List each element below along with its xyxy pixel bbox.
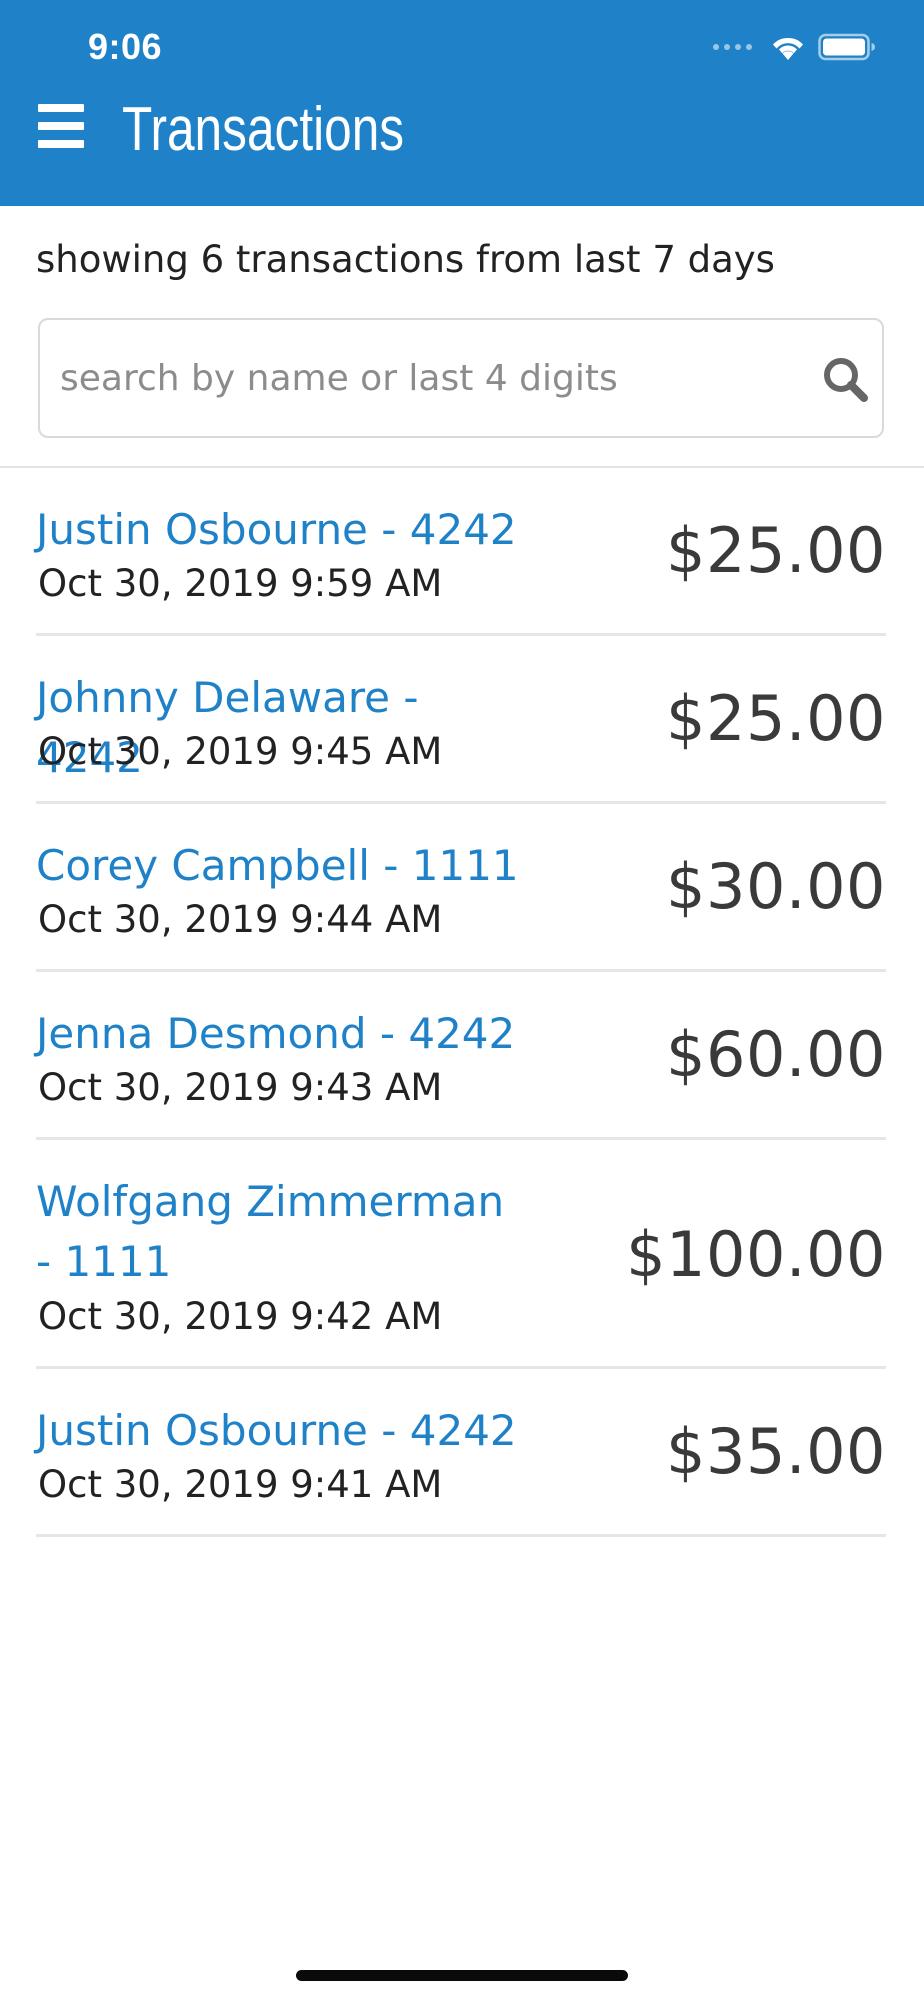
search-icon[interactable] (820, 354, 870, 404)
transaction-row[interactable]: Wolfgang Zimmerman - 1111 Oct 30, 2019 9… (36, 1140, 886, 1369)
transaction-amount: $35.00 (666, 1415, 886, 1488)
transaction-list: Justin Osbourne - 4242 Oct 30, 2019 9:59… (36, 468, 886, 1537)
app-header: 9:06 Transactions (0, 0, 924, 206)
search-input[interactable] (60, 320, 820, 436)
transaction-row[interactable]: Corey Campbell - 1111 Oct 30, 2019 9:44 … (36, 804, 886, 972)
wifi-icon (773, 37, 803, 60)
battery-icon (818, 33, 875, 61)
transaction-date: Oct 30, 2019 9:44 AM (38, 898, 443, 941)
transaction-amount: $25.00 (666, 682, 886, 755)
transaction-row[interactable]: Johnny Delaware - 4242 Oct 30, 2019 9:45… (36, 636, 886, 804)
transaction-row[interactable]: Justin Osbourne - 4242 Oct 30, 2019 9:59… (36, 468, 886, 636)
transactions-summary: showing 6 transactions from last 7 days (36, 238, 775, 281)
signal-icon (713, 44, 752, 50)
home-indicator (296, 1970, 628, 1981)
transaction-amount: $25.00 (666, 514, 886, 587)
transaction-name[interactable]: Justin Osbourne - 4242 (36, 1401, 536, 1461)
transaction-row[interactable]: Justin Osbourne - 4242 Oct 30, 2019 9:41… (36, 1369, 886, 1537)
transaction-date: Oct 30, 2019 9:42 AM (38, 1295, 443, 1338)
transaction-date: Oct 30, 2019 9:41 AM (38, 1463, 443, 1506)
transaction-name[interactable]: Corey Campbell - 1111 (36, 836, 536, 896)
transaction-date: Oct 30, 2019 9:59 AM (38, 562, 443, 605)
transaction-date: Oct 30, 2019 9:45 AM (38, 730, 443, 773)
transaction-amount: $100.00 (626, 1218, 886, 1291)
transaction-name[interactable]: Justin Osbourne - 4242 (36, 500, 536, 560)
transaction-amount: $60.00 (666, 1018, 886, 1091)
transaction-amount: $30.00 (666, 850, 886, 923)
status-icons (713, 32, 876, 62)
search-box (38, 318, 884, 438)
status-time: 9:06 (88, 26, 163, 67)
transaction-date: Oct 30, 2019 9:43 AM (38, 1066, 443, 1109)
transaction-name[interactable]: Wolfgang Zimmerman - 1111 (36, 1172, 506, 1292)
hamburger-menu-icon[interactable] (38, 104, 86, 148)
transaction-name[interactable]: Jenna Desmond - 4242 (36, 1004, 536, 1064)
page-title: Transactions (122, 95, 405, 164)
transaction-row[interactable]: Jenna Desmond - 4242 Oct 30, 2019 9:43 A… (36, 972, 886, 1140)
